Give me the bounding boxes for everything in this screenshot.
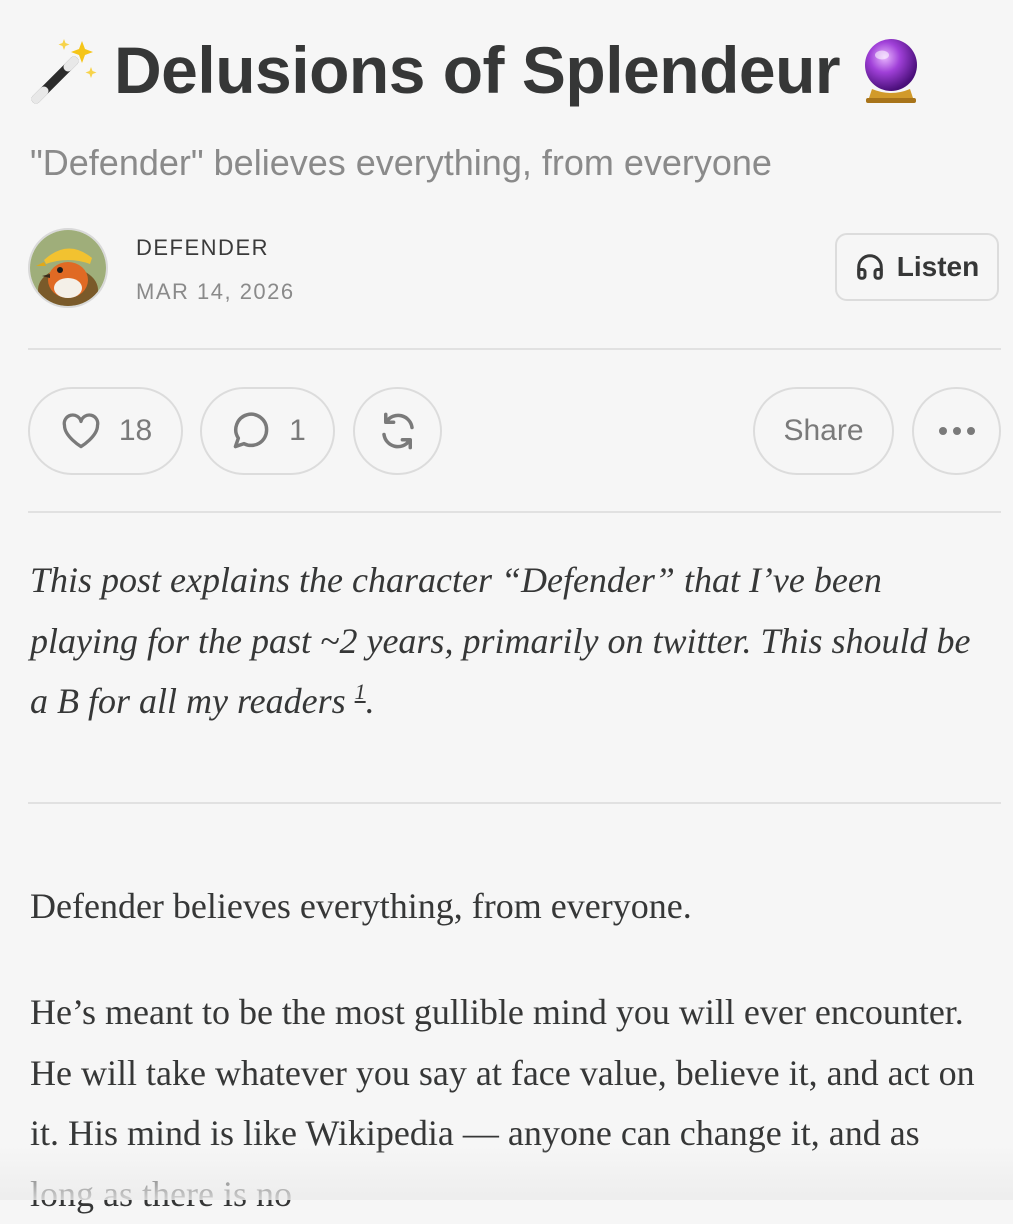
more-icon [938,427,975,435]
restack-icon [381,412,414,450]
share-label: Share [783,414,864,447]
post-intro: This post explains the character “Defend… [30,550,990,732]
share-button[interactable]: Share [753,387,894,475]
headphones-icon [857,254,883,280]
crystal-ball-icon [865,39,918,103]
like-count: 18 [118,414,153,447]
author-name[interactable]: DEFENDER [136,234,269,262]
comment-icon [233,412,269,449]
comment-count: 1 [289,414,306,447]
more-options-button[interactable] [912,387,1001,475]
listen-button[interactable]: Listen [835,233,999,301]
magic-wand-icon [31,39,97,104]
intro-text: This post explains the character “Defend… [30,560,971,721]
post-title-row: Delusions of Splendeur [28,30,998,110]
footnote-link[interactable]: 1 [355,679,366,704]
bottom-fade [0,1145,1013,1200]
divider [28,511,1001,513]
comment-button[interactable]: 1 [200,387,335,475]
body-paragraph-1: Defender believes everything, from every… [30,886,692,926]
intro-end: . [365,681,375,721]
post-subtitle: "Defender" believes everything, from eve… [30,142,772,183]
author-avatar[interactable] [28,228,108,308]
divider [28,348,1001,350]
post-title: Delusions of Splendeur [114,33,841,107]
like-button[interactable]: 18 [28,387,183,475]
section-divider [28,802,1001,804]
heart-icon [62,413,100,449]
restack-button[interactable] [353,387,442,475]
listen-label: Listen [896,251,980,282]
post-date: MAR 14, 2026 [136,279,295,304]
